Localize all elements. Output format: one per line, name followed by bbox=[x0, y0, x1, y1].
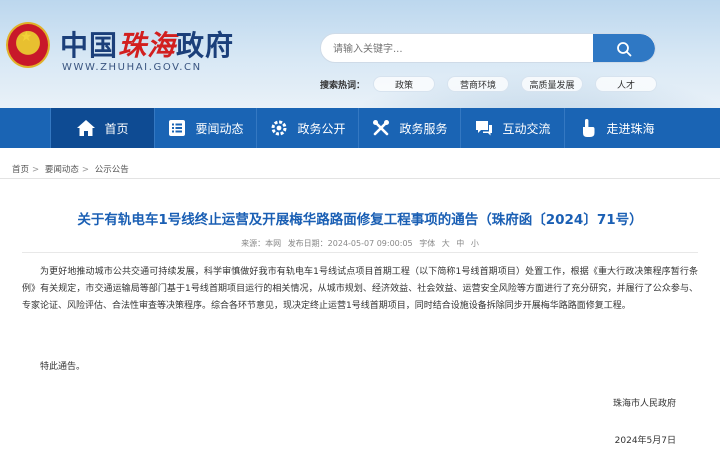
nav-label: 要闻动态 bbox=[195, 121, 244, 136]
article-meta: 来源：本网 发布日期：2024-05-07 09:00:05 字体 大 中 小 bbox=[0, 238, 720, 249]
news-list-icon bbox=[167, 118, 187, 138]
hot-search-bar: 搜索热词： 政策 营商环境 高质量发展 人才 bbox=[320, 76, 669, 92]
search-input[interactable] bbox=[333, 39, 593, 59]
site-url-text: WWW.ZHUHAI.GOV.CN bbox=[62, 62, 202, 73]
nav-item-home[interactable]: 首页 bbox=[50, 108, 154, 148]
breadcrumb-announcements[interactable]: 公示公告 bbox=[95, 165, 129, 175]
nav-spacer-left bbox=[0, 108, 50, 148]
font-size-label: 字体 bbox=[419, 239, 436, 248]
nav-item-interaction[interactable]: 互动交流 bbox=[460, 108, 564, 148]
hand-pointer-icon bbox=[578, 118, 598, 138]
hot-word-policy[interactable]: 政策 bbox=[373, 76, 436, 92]
breadcrumb: 首页 > 要闻动态 > 公示公告 bbox=[12, 163, 132, 175]
article-body: 为更好地推动城市公共交通可持续发展，科学审慎做好我市有轨电车1号线试点项目首期工… bbox=[22, 267, 698, 311]
nav-item-news[interactable]: 要闻动态 bbox=[154, 108, 256, 148]
font-size-large[interactable]: 大 bbox=[442, 239, 450, 248]
nav-label: 首页 bbox=[104, 121, 129, 136]
logo-part-2: 珠海 bbox=[118, 29, 177, 62]
tools-icon bbox=[371, 118, 391, 138]
hot-word-talent[interactable]: 人才 bbox=[595, 76, 658, 92]
national-emblem-icon: ★ bbox=[6, 22, 50, 68]
article-sign-date: 2024年5月7日 bbox=[614, 436, 676, 446]
logo-part-1: 中国 bbox=[60, 29, 119, 62]
nav-label: 政务服务 bbox=[399, 121, 448, 136]
article-notice: 特此通告。 bbox=[40, 362, 86, 372]
main-nav: 首页 要闻动态 政务公开 政务服务 互动交流 走进珠海 bbox=[0, 108, 720, 148]
home-icon bbox=[76, 118, 96, 138]
search-button[interactable] bbox=[593, 34, 655, 62]
breadcrumb-separator: > bbox=[81, 165, 89, 175]
nav-item-open-government[interactable]: 政务公开 bbox=[256, 108, 358, 148]
nav-label: 走进珠海 bbox=[606, 121, 655, 136]
article-date: 发布日期：2024-05-07 09:00:05 bbox=[287, 239, 413, 248]
hot-search-label: 搜索热词： bbox=[320, 80, 366, 91]
gear-icon bbox=[269, 118, 289, 138]
nav-label: 互动交流 bbox=[502, 121, 551, 136]
article-source: 来源：本网 bbox=[241, 239, 282, 248]
breadcrumb-separator: > bbox=[32, 165, 40, 175]
font-size-medium[interactable]: 中 bbox=[456, 239, 464, 248]
hot-word-development[interactable]: 高质量发展 bbox=[521, 76, 584, 92]
nav-item-services[interactable]: 政务服务 bbox=[358, 108, 460, 148]
breadcrumb-home[interactable]: 首页 bbox=[12, 165, 29, 175]
search-box bbox=[320, 33, 656, 63]
search-icon bbox=[617, 42, 632, 57]
nav-label: 政务公开 bbox=[297, 121, 346, 136]
article-signer: 珠海市人民政府 bbox=[612, 399, 676, 409]
breadcrumb-news[interactable]: 要闻动态 bbox=[45, 165, 79, 175]
nav-spacer-right bbox=[668, 108, 720, 148]
hot-word-business[interactable]: 营商环境 bbox=[447, 76, 510, 92]
site-logo[interactable]: 中国珠海政府 bbox=[60, 24, 234, 64]
logo-part-3: 政府 bbox=[176, 29, 235, 62]
chat-icon bbox=[474, 118, 494, 138]
font-size-small[interactable]: 小 bbox=[471, 239, 479, 248]
nav-item-about-zhuhai[interactable]: 走进珠海 bbox=[564, 108, 668, 148]
article-title: 关于有轨电车1号线终止运营及开展梅华路路面修复工程事项的通告（珠府函〔2024〕… bbox=[77, 212, 643, 228]
breadcrumb-divider bbox=[0, 178, 720, 179]
meta-divider bbox=[22, 252, 698, 253]
header-banner: ★ 中国珠海政府 WWW.ZHUHAI.GOV.CN 搜索热词： 政策 营商环境… bbox=[0, 0, 720, 108]
